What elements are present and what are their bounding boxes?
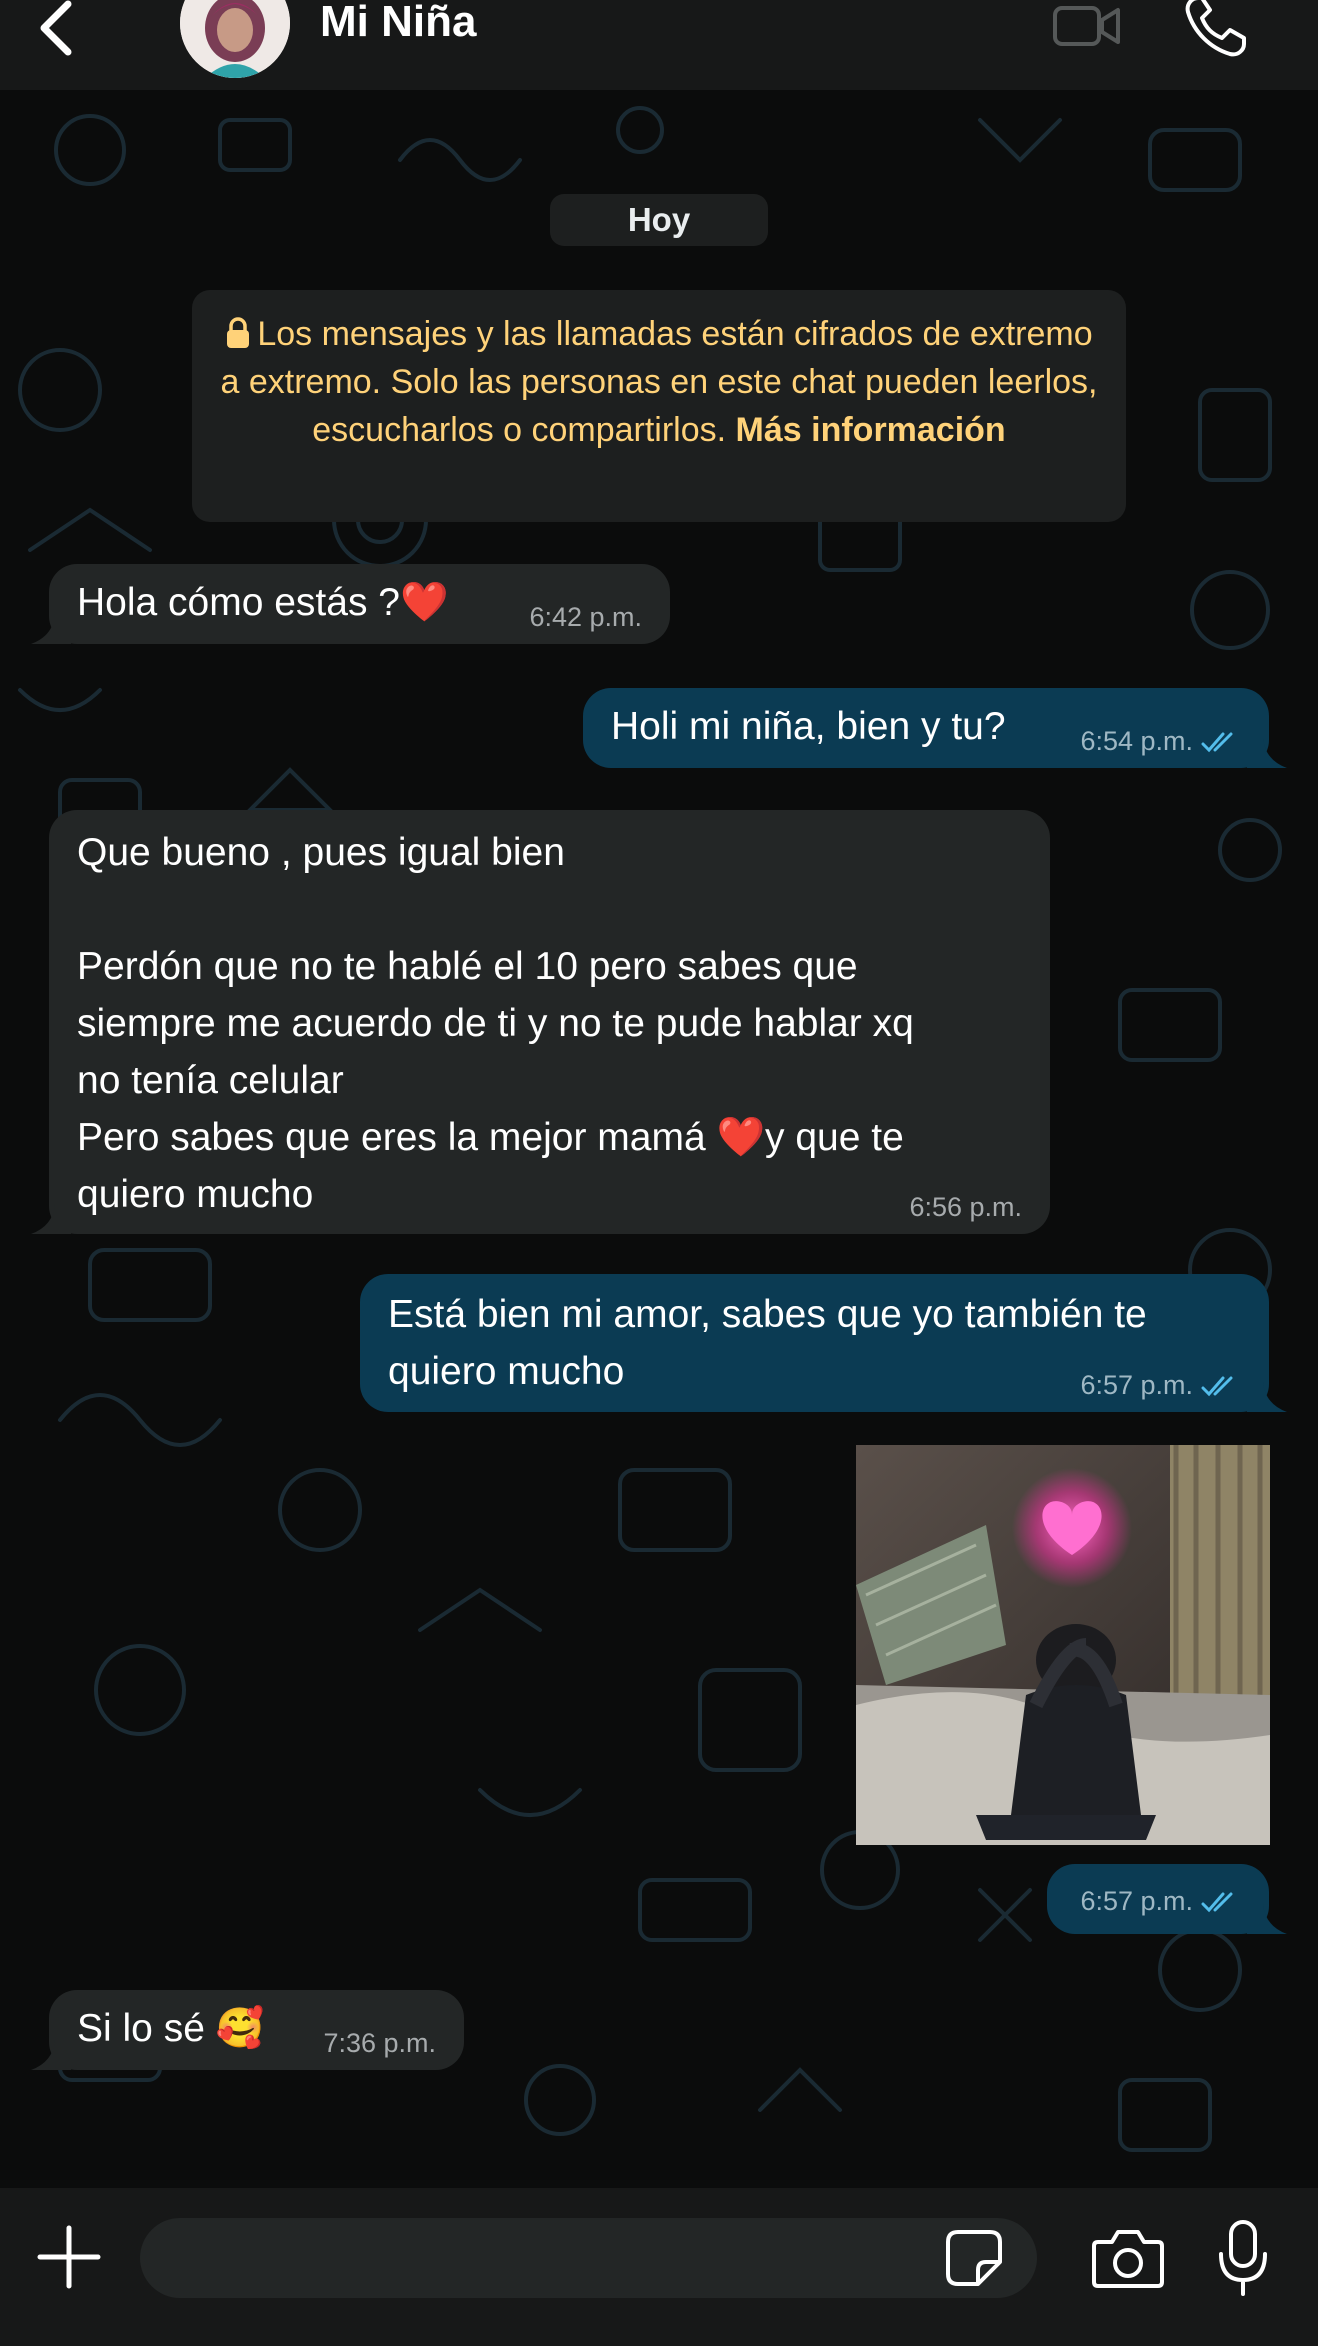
message-emoji: 🥰	[215, 2007, 265, 2050]
message-incoming[interactable]: Que bueno , pues igual bien Perdón que n…	[31, 810, 1050, 1234]
bubble-tail	[31, 1204, 71, 1234]
message-outgoing[interactable]: Está bien mi amor, sabes que yo también …	[360, 1274, 1287, 1412]
chat-header: Mi Niña	[0, 0, 1318, 90]
chat-area[interactable]: Hoy Los mensajes y las llamadas están ci…	[0, 90, 1318, 2188]
avatar[interactable]	[180, 0, 290, 78]
sticker-icon[interactable]	[944, 2228, 1004, 2288]
message-input-bar	[0, 2188, 1318, 2346]
message-line: Está bien mi amor, sabes que yo también …	[388, 1293, 1147, 1336]
message-line: Pero sabes que eres la mejor mamá	[77, 1116, 717, 1159]
phone-icon[interactable]	[1182, 0, 1252, 58]
camera-icon[interactable]	[1090, 2226, 1166, 2290]
message-time: 6:57 p.m.	[1080, 1886, 1193, 1916]
photo-time-bubble[interactable]: 6:57 p.m.	[1047, 1864, 1287, 1934]
message-text: Holi mi niña, bien y tu?	[611, 705, 1006, 748]
more-info-link[interactable]: Más información	[736, 411, 1006, 449]
video-camera-icon[interactable]	[1052, 0, 1122, 50]
message-line: no tenía celular	[77, 1059, 344, 1102]
message-time: 6:57 p.m.	[1080, 1370, 1193, 1400]
message-time-status: 6:57 p.m.	[1080, 1884, 1241, 1918]
message-text: Si lo sé	[77, 2007, 205, 2050]
message-incoming[interactable]: Si lo sé 🥰 7:36 p.m.	[31, 1990, 464, 2070]
message-line: Que bueno , pues igual bien	[77, 831, 565, 874]
photo-message[interactable]	[856, 1445, 1270, 1845]
photo-image	[856, 1445, 1270, 1845]
message-emoji: ❤️	[716, 1116, 766, 1159]
bubble-tail	[31, 614, 71, 644]
message-incoming[interactable]: Hola cómo estás ?❤️ 6:42 p.m.	[31, 564, 670, 644]
chevron-left-icon[interactable]	[30, 0, 80, 60]
message-input[interactable]	[140, 2218, 1037, 2298]
date-separator: Hoy	[550, 194, 768, 246]
message-time: 6:42 p.m.	[529, 602, 642, 632]
read-ticks-icon	[1201, 1892, 1233, 1913]
bubble-tail	[31, 2040, 71, 2070]
read-ticks-icon	[1201, 1376, 1233, 1397]
bubble-tail	[1247, 1904, 1287, 1934]
message-line: quiero mucho	[77, 1173, 314, 1216]
message-emoji: ❤️	[400, 581, 449, 624]
plus-icon[interactable]	[36, 2224, 102, 2290]
message-time: 6:54 p.m.	[1080, 726, 1193, 756]
lock-icon	[227, 317, 250, 348]
message-outgoing[interactable]: Holi mi niña, bien y tu? 6:54 p.m.	[583, 688, 1287, 768]
message-time: 6:56 p.m.	[909, 1192, 1022, 1222]
message-text: Hola cómo estás ?	[77, 581, 400, 624]
contact-name[interactable]: Mi Niña	[320, 0, 476, 48]
message-line-with-emoji: Pero sabes que eres la mejor mamá ❤️y qu…	[77, 1109, 1022, 1166]
bubble-tail	[1247, 1382, 1287, 1412]
microphone-icon[interactable]	[1216, 2218, 1270, 2298]
read-ticks-icon	[1201, 732, 1233, 753]
encryption-notice[interactable]: Los mensajes y las llamadas están cifrad…	[192, 290, 1126, 522]
message-line: siempre me acuerdo de ti y no te pude ha…	[77, 1002, 914, 1045]
bubble-tail	[1247, 738, 1287, 768]
message-time: 7:36 p.m.	[323, 2028, 436, 2058]
message-time-status: 6:57 p.m.	[1080, 1368, 1241, 1402]
message-time-status: 6:54 p.m.	[1080, 724, 1241, 758]
message-line: y que te	[765, 1116, 904, 1159]
message-line-blank	[77, 881, 1022, 938]
message-line: Perdón que no te hablé el 10 pero sabes …	[77, 945, 858, 988]
